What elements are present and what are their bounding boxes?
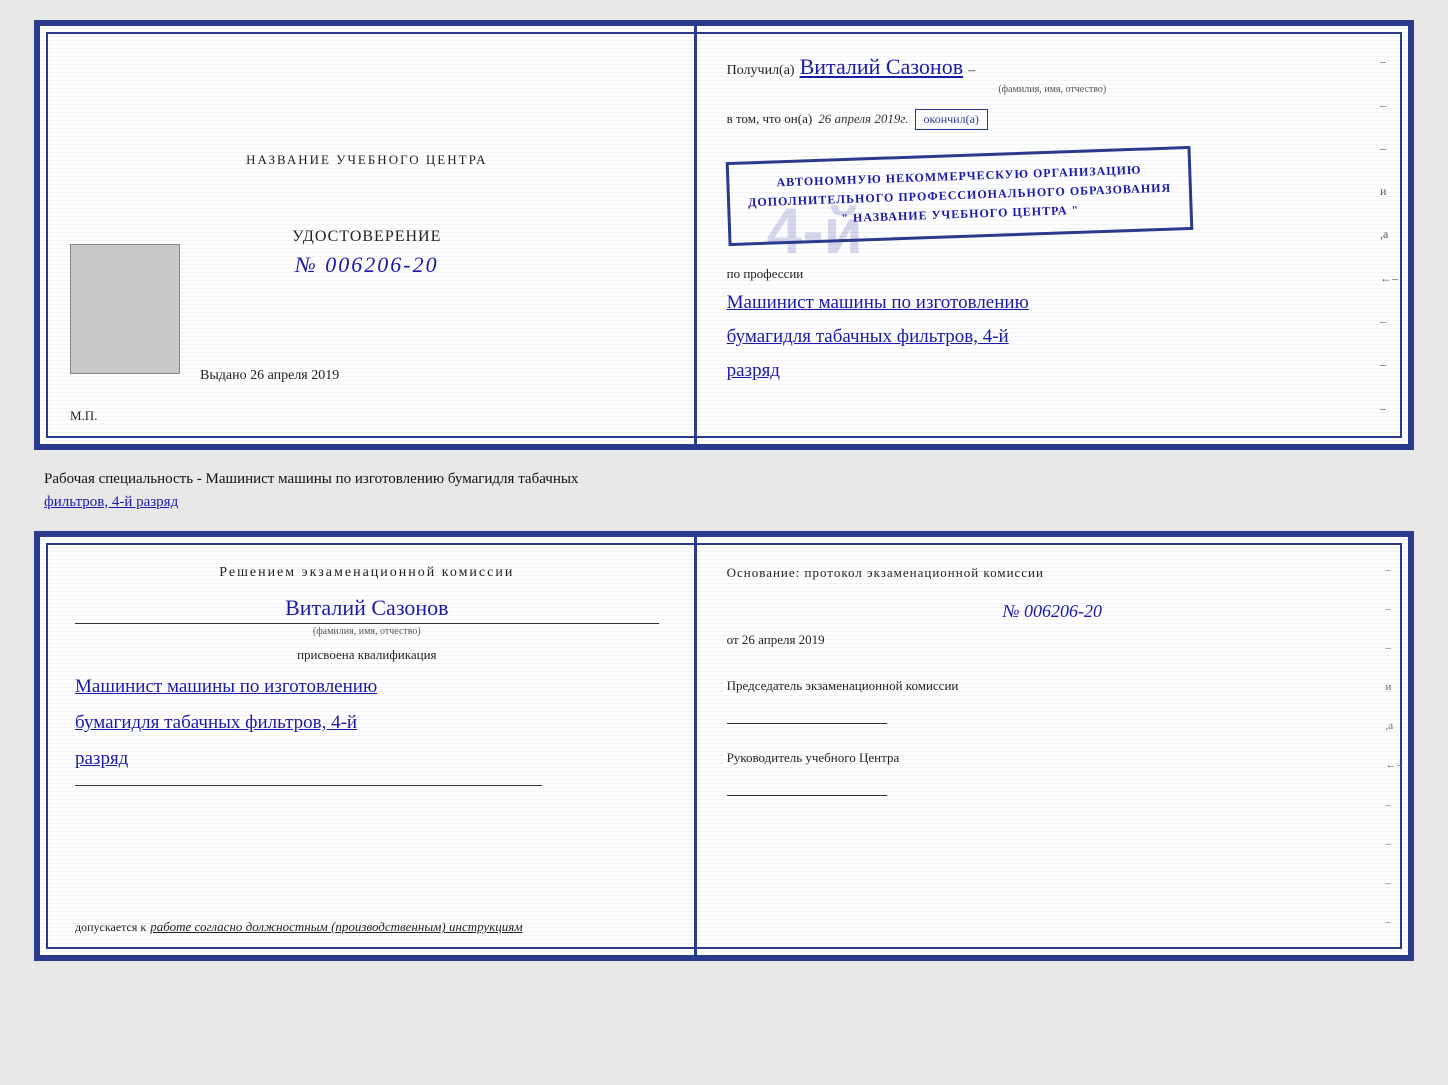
top-cert-left: НАЗВАНИЕ УЧЕБНОГО ЦЕНТРА УДОСТОВЕРЕНИЕ №… — [40, 26, 697, 444]
prof-text-2: бумагидля табачных фильтров, 4-й — [727, 320, 1378, 354]
protokol-number: № 006206-20 — [727, 601, 1378, 622]
bottom-sep — [75, 785, 542, 786]
udostoverenie-number: № 006206-20 — [295, 252, 439, 278]
bottom-fio-label: (фамилия, имя, отчество) — [75, 623, 659, 637]
bottom-cert-left: Решением экзаменационной комиссии Витали… — [40, 537, 697, 955]
ot-date: 26 апреля 2019 — [742, 632, 825, 647]
top-cert-right: Получил(а) Виталий Сазонов – (фамилия, и… — [697, 26, 1408, 444]
rukovod-label: Руководитель учебного Центра — [727, 750, 1378, 766]
predsedatel-label: Председатель экзаменационной комиссии — [727, 678, 1378, 694]
recipient-name-top: Виталий Сазонов — [800, 54, 963, 80]
ot-line: от 26 апреля 2019 — [727, 632, 1378, 648]
right-side-dashes-top: –––и,а←–––– — [1380, 26, 1398, 444]
rukovod-signature — [727, 776, 887, 796]
vtom-line: в том, что он(а) 26 апреля 2019г. окончи… — [727, 109, 1378, 130]
resheniem-title: Решением экзаменационной комиссии — [75, 565, 659, 581]
top-certificate: НАЗВАНИЕ УЧЕБНОГО ЦЕНТРА УДОСТОВЕРЕНИЕ №… — [34, 20, 1414, 450]
vydano-date: 26 апреля 2019 — [250, 368, 339, 383]
photo-placeholder — [70, 244, 180, 374]
ot-label: от — [727, 632, 739, 647]
stamp-box: АВТОНОМНУЮ НЕКОММЕРЧЕСКУЮ ОРГАНИЗАЦИЮ ДО… — [725, 146, 1193, 246]
dopuskaetsya-label: допускается к — [75, 920, 146, 935]
okonchill-label: окончил(а) — [915, 109, 988, 130]
prof-text-1: Машинист машины по изготовлению — [727, 286, 1378, 320]
between-line2: фильтров, 4-й разряд — [44, 491, 1404, 514]
bottom-certificate: Решением экзаменационной комиссии Витали… — [34, 531, 1414, 961]
poluchil-prefix: Получил(а) — [727, 63, 795, 79]
center-title-top: НАЗВАНИЕ УЧЕБНОГО ЦЕНТРА — [246, 152, 487, 168]
vtom-date: 26 апреля 2019г. — [818, 111, 908, 127]
poluchil-line: Получил(а) Виталий Сазонов – — [727, 54, 1378, 80]
mp-label: М.П. — [70, 408, 97, 424]
vydano-label: Выдано — [200, 368, 247, 383]
right-side-dashes-bottom: –––и,а←––––– — [1385, 537, 1402, 955]
kvalif-3: разряд — [75, 741, 659, 777]
kvalif-1: Машинист машины по изготовлению — [75, 669, 659, 705]
predsedatel-signature — [727, 704, 887, 724]
between-line1: Рабочая специальность - Машинист машины … — [44, 468, 1404, 491]
bottom-cert-right: Основание: протокол экзаменационной коми… — [697, 537, 1408, 955]
po-professii-label: по профессии — [727, 266, 1378, 282]
vtom-prefix: в том, что он(а) — [727, 111, 813, 127]
bottom-name-handwritten: Виталий Сазонов — [75, 595, 659, 621]
udostoverenie-label: УДОСТОВЕРЕНИЕ — [292, 228, 441, 246]
vydano-line: Выдано 26 апреля 2019 — [200, 368, 339, 384]
dopuskaetsya-value: работе согласно должностным (производств… — [150, 919, 522, 935]
kvalif-2: бумагидля табачных фильтров, 4-й — [75, 705, 659, 741]
prisvoena-label: присвоена квалификация — [75, 647, 659, 663]
osnov-label: Основание: протокол экзаменационной коми… — [727, 565, 1378, 581]
fio-label-top: (фамилия, имя, отчество) — [727, 84, 1378, 95]
prof-text-3: разряд — [727, 354, 1378, 388]
dash-top: – — [968, 63, 975, 79]
dopuskaetsya-line: допускается к работе согласно должностны… — [75, 919, 659, 935]
between-text: Рабочая специальность - Машинист машины … — [34, 468, 1414, 513]
